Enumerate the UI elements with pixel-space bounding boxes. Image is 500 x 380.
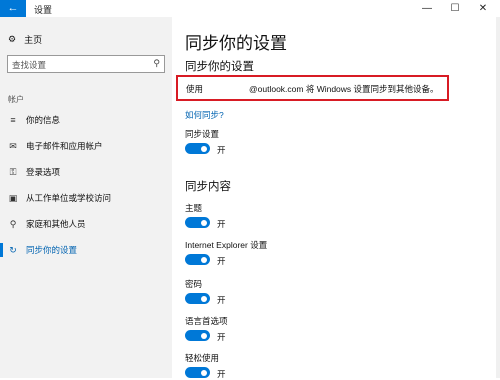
toggle-state: 开	[217, 219, 226, 229]
gear-icon: ⚙	[8, 34, 17, 44]
toggle-state: 开	[217, 295, 226, 305]
sidebar-item-your-info[interactable]: ≡ 你的信息	[8, 113, 60, 127]
back-button[interactable]: ←	[0, 0, 26, 17]
toggle-state: 开	[217, 369, 226, 379]
ie-settings-toggle[interactable]	[185, 254, 210, 265]
sidebar-item-label: 登录选项	[26, 167, 61, 177]
language-toggle[interactable]	[185, 330, 210, 341]
sidebar-item-email-accounts[interactable]: ✉ 电子邮件和应用帐户	[8, 139, 103, 153]
highlight-box	[176, 75, 449, 101]
active-indicator	[0, 243, 3, 257]
toggle-knob	[201, 369, 207, 376]
sidebar-home[interactable]: ⚙ 主页	[8, 33, 42, 46]
sidebar-item-label: 从工作单位或学校访问	[26, 193, 112, 203]
theme-toggle[interactable]	[185, 217, 210, 228]
briefcase-icon: ▣	[8, 192, 18, 203]
toggle-state: 开	[217, 145, 226, 155]
toggle-label-theme: 主题	[185, 203, 203, 213]
toggle-state: 开	[217, 256, 226, 266]
ease-of-access-toggle[interactable]	[185, 367, 210, 378]
maximize-icon: ☐	[450, 3, 460, 14]
toggle-label-language: 语言首选项	[185, 316, 228, 326]
toggle-knob	[201, 256, 207, 263]
key-icon: ⚿	[9, 166, 17, 177]
close-button[interactable]: ✕	[470, 1, 496, 16]
sidebar-item-work-school[interactable]: ▣ 从工作单位或学校访问	[8, 191, 111, 205]
sidebar-section-label: 帐户	[8, 95, 24, 104]
search-placeholder: 查找设置	[12, 60, 47, 70]
search-box[interactable]: 查找设置 ⚲	[7, 55, 165, 73]
person-icon: ⚲	[9, 218, 17, 229]
section-title-content: 同步内容	[185, 181, 231, 193]
sync-icon: ↻	[9, 244, 17, 255]
passwords-toggle[interactable]	[185, 293, 210, 304]
sync-settings-label: 同步设置	[185, 129, 220, 139]
close-icon: ✕	[478, 3, 488, 14]
sidebar-item-family[interactable]: ⚲ 家庭和其他人员	[8, 217, 86, 231]
toggle-knob	[201, 219, 207, 226]
sidebar-item-label: 家庭和其他人员	[26, 219, 86, 229]
sidebar-item-sync[interactable]: ↻ 同步你的设置	[8, 243, 77, 257]
toggle-knob	[201, 295, 207, 302]
title-bar: ← 设置 — ☐ ✕	[0, 0, 500, 17]
toggle-label-ie: Internet Explorer 设置	[185, 240, 268, 250]
sidebar-item-sign-in-options[interactable]: ⚿ 登录选项	[8, 165, 60, 179]
toggle-label-ease-of-access: 轻松使用	[185, 353, 220, 363]
maximize-button[interactable]: ☐	[442, 1, 468, 16]
toggle-knob	[201, 145, 207, 152]
sidebar-item-label: 你的信息	[26, 115, 61, 125]
sidebar-item-label: 同步你的设置	[26, 245, 78, 255]
main-content: 同步你的设置 同步你的设置 使用 @outlook.com 将 Windows 设…	[172, 17, 500, 379]
sidebar-item-label: 电子邮件和应用帐户	[26, 141, 103, 151]
toggle-knob	[201, 332, 207, 339]
contact-card-icon: ≡	[10, 115, 16, 125]
sidebar: ⚙ 主页 查找设置 ⚲ 帐户 ≡ 你的信息 ✉ 电子邮件和应用帐户 ⚿ 登录选项…	[0, 17, 172, 378]
how-sync-link[interactable]: 如何同步?	[185, 109, 224, 121]
minimize-button[interactable]: —	[414, 1, 440, 16]
search-icon: ⚲	[153, 58, 160, 68]
scrollbar[interactable]	[496, 17, 500, 378]
mail-icon: ✉	[9, 140, 17, 151]
window-title: 设置	[34, 5, 53, 15]
section-title-sync: 同步你的设置	[185, 61, 254, 73]
home-label: 主页	[24, 35, 43, 45]
back-arrow-icon: ←	[7, 2, 19, 14]
toggle-label-passwords: 密码	[185, 279, 203, 289]
toggle-state: 开	[217, 332, 226, 342]
minimize-icon: —	[422, 3, 432, 14]
sync-settings-toggle[interactable]	[185, 143, 210, 154]
page-title: 同步你的设置	[185, 34, 287, 53]
